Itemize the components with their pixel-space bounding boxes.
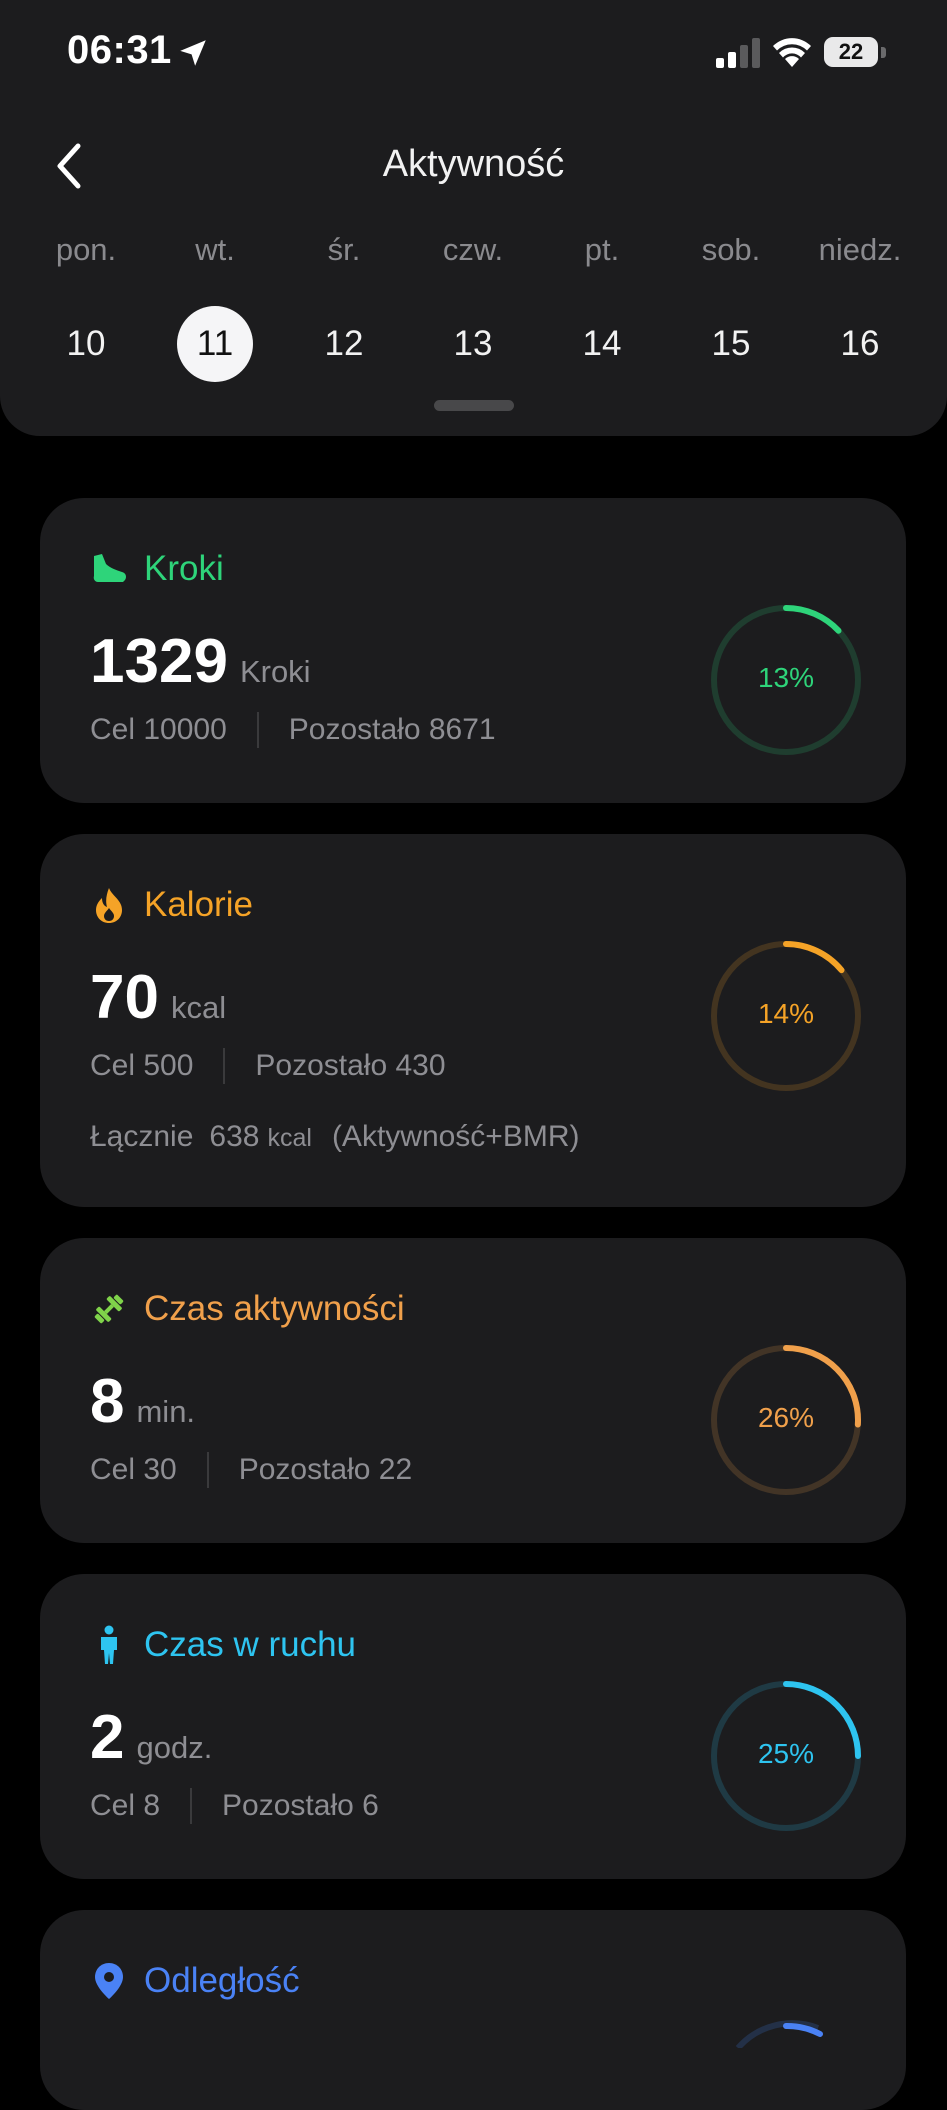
day-name: wt. (195, 232, 235, 267)
calories-total-unit: kcal (267, 1124, 312, 1152)
moving-time-title: Czas w ruchu (144, 1625, 357, 1664)
page-title: Aktywność (382, 143, 565, 185)
day-name: czw. (442, 232, 504, 267)
day-tue-selected[interactable]: wt. 11 (155, 230, 275, 382)
moving-time-card[interactable]: Czas w ruchu 2 godz. Cel 8 Pozostało 6 2… (40, 1574, 906, 1879)
location-arrow-icon (180, 40, 206, 66)
battery-cap (881, 47, 886, 58)
divider (223, 1048, 226, 1084)
active-time-remaining: Pozostało 22 (238, 1453, 413, 1486)
steps-remaining: Pozostało 8671 (288, 713, 496, 746)
distance-card[interactable]: Odległość (40, 1910, 906, 2110)
battery-level: 22 (824, 37, 878, 67)
calories-card[interactable]: Kalorie 70 kcal Cel 500 Pozostało 430 Łą… (40, 834, 906, 1207)
steps-value: 1329 (90, 627, 228, 696)
active-time-goal: Cel 30 (90, 1453, 177, 1486)
steps-card[interactable]: Kroki 1329 Kroki Cel 10000 Pozostało 867… (40, 498, 906, 803)
calories-percent: 14% (757, 998, 815, 1029)
day-name: niedz. (818, 232, 902, 267)
steps-unit: Kroki (239, 654, 311, 689)
active-time-title: Czas aktywności (144, 1289, 405, 1328)
steps-header: Kroki (90, 548, 224, 590)
calories-remaining: Pozostało 430 (255, 1049, 446, 1082)
moving-time-goal-row: Cel 8 Pozostało 6 (90, 1788, 379, 1824)
day-number: 15 (711, 324, 751, 363)
calories-value: 70 (90, 963, 159, 1032)
distance-title: Odległość (144, 1961, 300, 2000)
active-time-percent: 26% (757, 1402, 815, 1433)
active-time-unit: min. (136, 1394, 196, 1429)
calories-unit: kcal (170, 990, 227, 1025)
steps-title: Kroki (144, 549, 224, 588)
active-time-header: Czas aktywności (90, 1288, 405, 1330)
location-pin-icon (90, 1962, 128, 2000)
calories-goal-row: Cel 500 Pozostało 430 (90, 1048, 446, 1084)
day-mon[interactable]: pon. 10 (26, 230, 146, 382)
active-time-value-row: 8 min. (90, 1366, 195, 1437)
day-number: 12 (324, 324, 364, 363)
divider (206, 1452, 209, 1488)
wifi-icon (773, 38, 811, 67)
steps-value-row: 1329 Kroki (90, 626, 311, 697)
day-number: 10 (66, 324, 106, 363)
person-icon (90, 1625, 128, 1664)
moving-time-remaining: Pozostało 6 (222, 1789, 379, 1822)
calories-goal: Cel 500 (90, 1049, 194, 1082)
day-name: sob. (701, 232, 761, 267)
moving-time-unit: godz. (136, 1730, 213, 1765)
top-panel: 06:31 22 Aktywność pon. 10 wt. 11 śr. 12… (0, 0, 947, 436)
moving-time-header: Czas w ruchu (90, 1624, 356, 1666)
moving-time-value-row: 2 godz. (90, 1702, 212, 1773)
steps-goal-row: Cel 10000 Pozostało 8671 (90, 712, 496, 748)
day-number: 13 (453, 324, 493, 363)
calories-total-row: Łącznie 638 kcal (Aktywność+BMR) (90, 1120, 579, 1154)
drag-handle[interactable] (434, 400, 514, 411)
divider (190, 1788, 193, 1824)
active-time-card[interactable]: Czas aktywności 8 min. Cel 30 Pozostało … (40, 1238, 906, 1543)
day-thu[interactable]: czw. 13 (413, 230, 533, 382)
day-fri[interactable]: pt. 14 (542, 230, 662, 382)
day-number: 14 (582, 324, 622, 363)
shoe-icon (90, 550, 128, 588)
day-name: pon. (55, 232, 117, 267)
day-wed[interactable]: śr. 12 (284, 230, 404, 382)
calories-header: Kalorie (90, 884, 253, 926)
day-number: 11 (177, 306, 253, 382)
day-name: śr. (327, 232, 361, 267)
moving-time-value: 2 (90, 1703, 125, 1772)
flame-icon (90, 886, 128, 924)
calories-total-value: 638 (209, 1120, 260, 1153)
dumbbell-icon (90, 1290, 128, 1328)
calories-value-row: 70 kcal (90, 962, 226, 1033)
calories-total-label: Łącznie (90, 1120, 194, 1153)
status-time: 06:31 (67, 28, 172, 72)
distance-progress-ring (735, 2020, 823, 2048)
moving-time-percent: 25% (757, 1738, 815, 1769)
distance-header: Odległość (90, 1960, 300, 2002)
calories-total-note: (Aktywność+BMR) (331, 1120, 580, 1153)
day-sat[interactable]: sob. 15 (671, 230, 791, 382)
active-time-goal-row: Cel 30 Pozostało 22 (90, 1452, 412, 1488)
divider (256, 712, 259, 748)
day-sun[interactable]: niedz. 16 (800, 230, 920, 382)
steps-percent: 13% (757, 662, 815, 693)
calories-title: Kalorie (144, 885, 253, 924)
battery-icon: 22 (824, 37, 886, 69)
moving-time-goal: Cel 8 (90, 1789, 161, 1822)
active-time-value: 8 (90, 1367, 125, 1436)
status-bar: 06:31 22 (0, 0, 947, 110)
steps-goal: Cel 10000 (90, 713, 227, 746)
day-number: 16 (840, 324, 880, 363)
cellular-signal-icon (716, 38, 760, 68)
day-name: pt. (584, 232, 620, 267)
